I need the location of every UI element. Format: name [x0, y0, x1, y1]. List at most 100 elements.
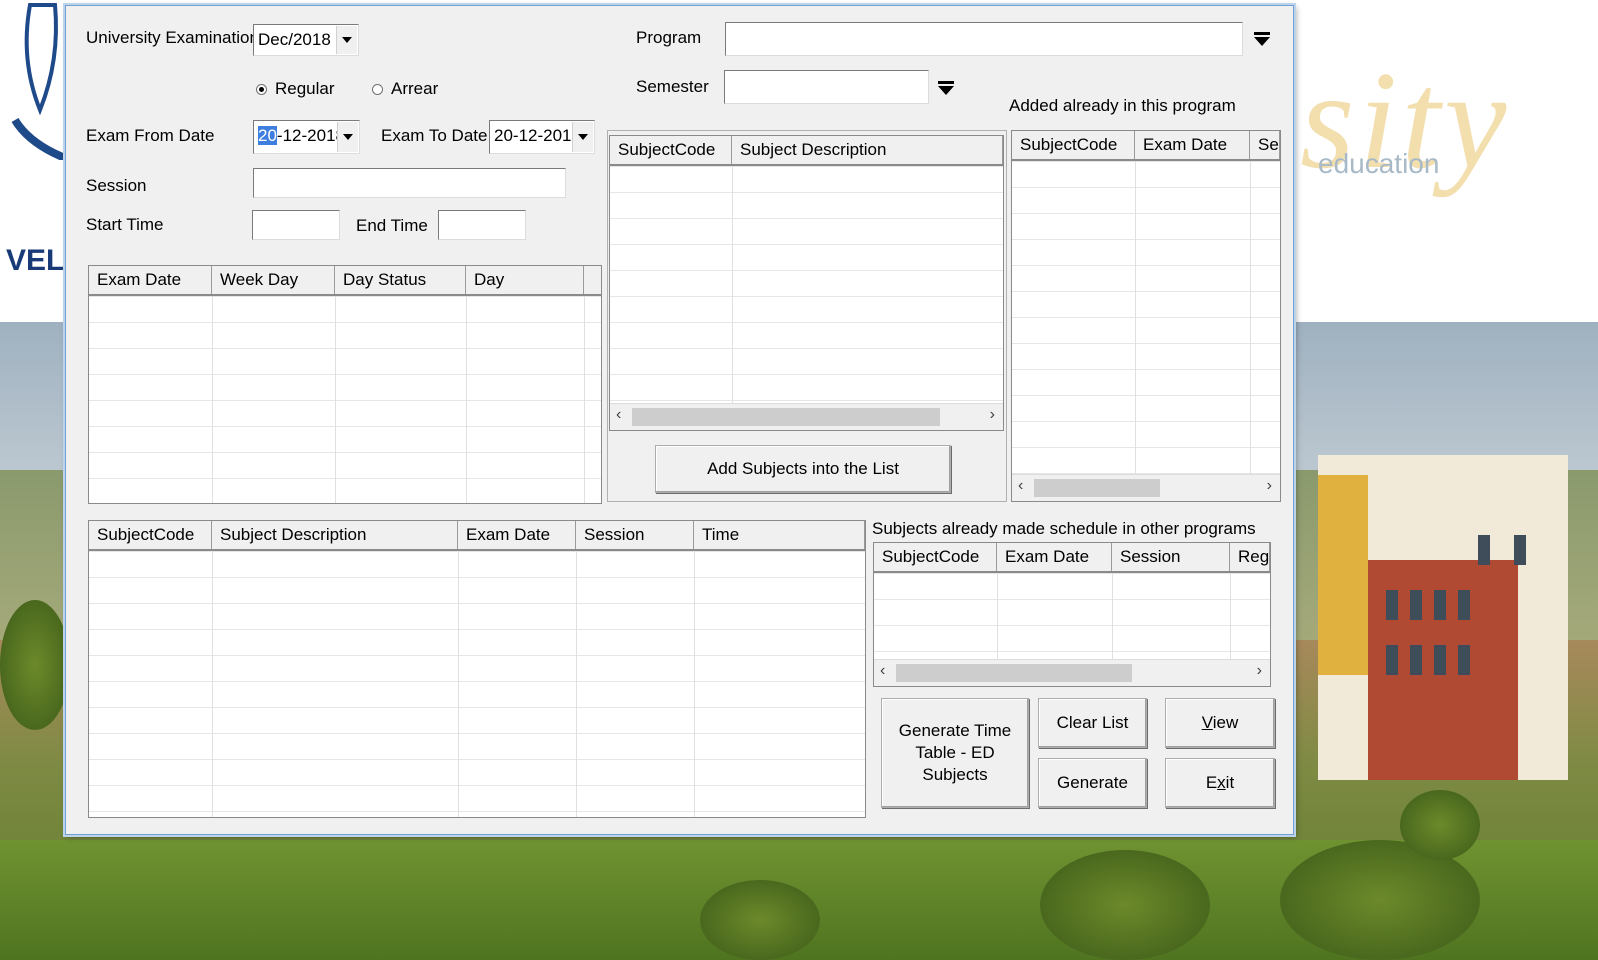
exit-label-prefix: E: [1205, 773, 1218, 792]
column-header-week-day[interactable]: Week Day: [212, 266, 335, 294]
start-time-label: Start Time: [86, 215, 164, 234]
start-time-input[interactable]: [252, 210, 340, 240]
view-button[interactable]: View: [1165, 698, 1275, 748]
view-accelerator: V: [1201, 713, 1213, 732]
exam-from-date-selected-part: 20: [258, 126, 277, 145]
column-header-subject-description[interactable]: Subject Description: [212, 521, 458, 549]
other-programs-grid[interactable]: SubjectCode Exam Date Session Regi ‹ ›: [873, 542, 1271, 687]
building-window: [1458, 590, 1470, 620]
scroll-thumb[interactable]: [1034, 479, 1160, 497]
background-tree: [0, 600, 70, 730]
background-tree: [1040, 850, 1210, 960]
arrear-radio[interactable]: Arrear: [372, 79, 438, 99]
column-header-day[interactable]: Day: [466, 266, 584, 294]
column-header-subject-code[interactable]: SubjectCode: [610, 136, 732, 164]
scroll-thumb[interactable]: [896, 664, 1132, 682]
view-label-rest: iew: [1212, 713, 1239, 732]
scroll-left-icon[interactable]: ‹: [616, 406, 621, 424]
column-header-exam-date[interactable]: Exam Date: [458, 521, 576, 549]
exam-to-date-label: Exam To Date: [381, 126, 488, 145]
other-programs-label: Subjects already made schedule in other …: [872, 519, 1256, 538]
exam-to-date-picker[interactable]: 20-12-2018: [489, 120, 595, 154]
added-already-label: Added already in this program: [1009, 96, 1236, 115]
radio-unselected-icon: [372, 83, 383, 95]
radio-selected-icon: [256, 83, 267, 95]
brand-tagline: education: [1318, 148, 1440, 179]
added-subjects-grid[interactable]: SubjectCode Exam Date Se: ‹ ›: [1011, 130, 1281, 502]
grid-body: [1012, 161, 1280, 475]
regular-radio-label: Regular: [275, 79, 335, 98]
university-exam-value: Dec/2018: [258, 30, 331, 49]
column-header-day-status[interactable]: Day Status: [335, 266, 466, 294]
schedule-grid[interactable]: SubjectCode Subject Description Exam Dat…: [88, 520, 866, 818]
column-header-time[interactable]: Time: [694, 521, 865, 549]
semester-dropdown-icon[interactable]: [936, 78, 956, 98]
scroll-right-icon[interactable]: ›: [1267, 477, 1272, 495]
end-time-label: End Time: [356, 216, 428, 235]
building-window: [1458, 645, 1470, 675]
column-header-exam-date[interactable]: Exam Date: [1135, 131, 1250, 159]
column-header-exam-date[interactable]: Exam Date: [89, 266, 212, 294]
building-window: [1410, 645, 1422, 675]
background-building: [1318, 455, 1568, 780]
exam-from-date-picker[interactable]: 20-12-2018: [253, 120, 360, 154]
building-window: [1410, 590, 1422, 620]
column-header-subject-code[interactable]: SubjectCode: [1012, 131, 1135, 159]
program-label: Program: [636, 28, 702, 47]
building-window: [1434, 645, 1446, 675]
semester-label: Semester: [636, 77, 709, 96]
building-window: [1434, 590, 1446, 620]
university-exam-combo[interactable]: Dec/2018: [253, 24, 359, 56]
exit-accelerator: x: [1217, 773, 1226, 792]
column-header-session[interactable]: Session: [576, 521, 694, 549]
chevron-down-icon[interactable]: [572, 122, 593, 152]
exam-from-date-label: Exam From Date: [86, 126, 215, 145]
scroll-left-icon[interactable]: ‹: [880, 662, 885, 680]
exam-dates-grid[interactable]: Exam Date Week Day Day Status Day: [88, 265, 602, 504]
grid-body: [89, 296, 601, 503]
add-subjects-button[interactable]: Add Subjects into the List: [655, 445, 951, 493]
generate-button[interactable]: Generate: [1038, 758, 1147, 808]
grid-body: [610, 166, 1003, 404]
university-exam-label: University Examination: [86, 28, 259, 47]
exit-button[interactable]: Exit: [1165, 758, 1275, 808]
chevron-down-icon[interactable]: [337, 122, 358, 152]
program-combo[interactable]: [725, 22, 1243, 56]
background-tree: [700, 880, 820, 960]
semester-combo[interactable]: [724, 70, 929, 104]
regular-radio[interactable]: Regular: [256, 79, 335, 99]
column-header-subject-code[interactable]: SubjectCode: [874, 543, 997, 571]
session-label: Session: [86, 176, 147, 195]
grid-body: [89, 551, 865, 817]
column-header-register[interactable]: Regi: [1230, 543, 1270, 571]
column-header-session[interactable]: Session: [1112, 543, 1230, 571]
horizontal-scrollbar[interactable]: ‹ ›: [1012, 474, 1280, 501]
clear-list-button[interactable]: Clear List: [1038, 698, 1147, 748]
horizontal-scrollbar[interactable]: ‹ ›: [610, 403, 1003, 430]
building-window: [1386, 645, 1398, 675]
building-window: [1386, 590, 1398, 620]
exam-from-date-rest: -12-2018: [276, 126, 345, 145]
column-header-exam-date[interactable]: Exam Date: [997, 543, 1112, 571]
university-crest-icon: [11, 3, 70, 160]
background-tree: [1400, 790, 1480, 860]
generate-ed-timetable-button[interactable]: Generate Time Table - ED Subjects: [881, 698, 1029, 808]
scroll-left-icon[interactable]: ‹: [1018, 477, 1023, 495]
column-header-subject-description[interactable]: Subject Description: [732, 136, 1003, 164]
exit-label-rest: it: [1225, 773, 1235, 792]
building-wing-yellow: [1318, 475, 1368, 675]
grid-body: [874, 573, 1270, 660]
column-header-subject-code[interactable]: SubjectCode: [89, 521, 212, 549]
program-dropdown-icon[interactable]: [1252, 29, 1272, 49]
exam-timetable-dialog: University Examination Dec/2018 Regular …: [65, 5, 1294, 835]
scroll-right-icon[interactable]: ›: [990, 406, 995, 424]
session-input[interactable]: [253, 168, 566, 198]
subjects-grid[interactable]: SubjectCode Subject Description ‹ ›: [609, 135, 1004, 431]
chevron-down-icon[interactable]: [336, 26, 357, 54]
scroll-right-icon[interactable]: ›: [1257, 662, 1262, 680]
exam-to-date-value: 20-12-2018: [494, 126, 581, 145]
scroll-thumb[interactable]: [632, 408, 940, 426]
horizontal-scrollbar[interactable]: ‹ ›: [874, 659, 1270, 686]
end-time-input[interactable]: [438, 210, 526, 240]
column-header-session[interactable]: Se:: [1250, 131, 1280, 159]
